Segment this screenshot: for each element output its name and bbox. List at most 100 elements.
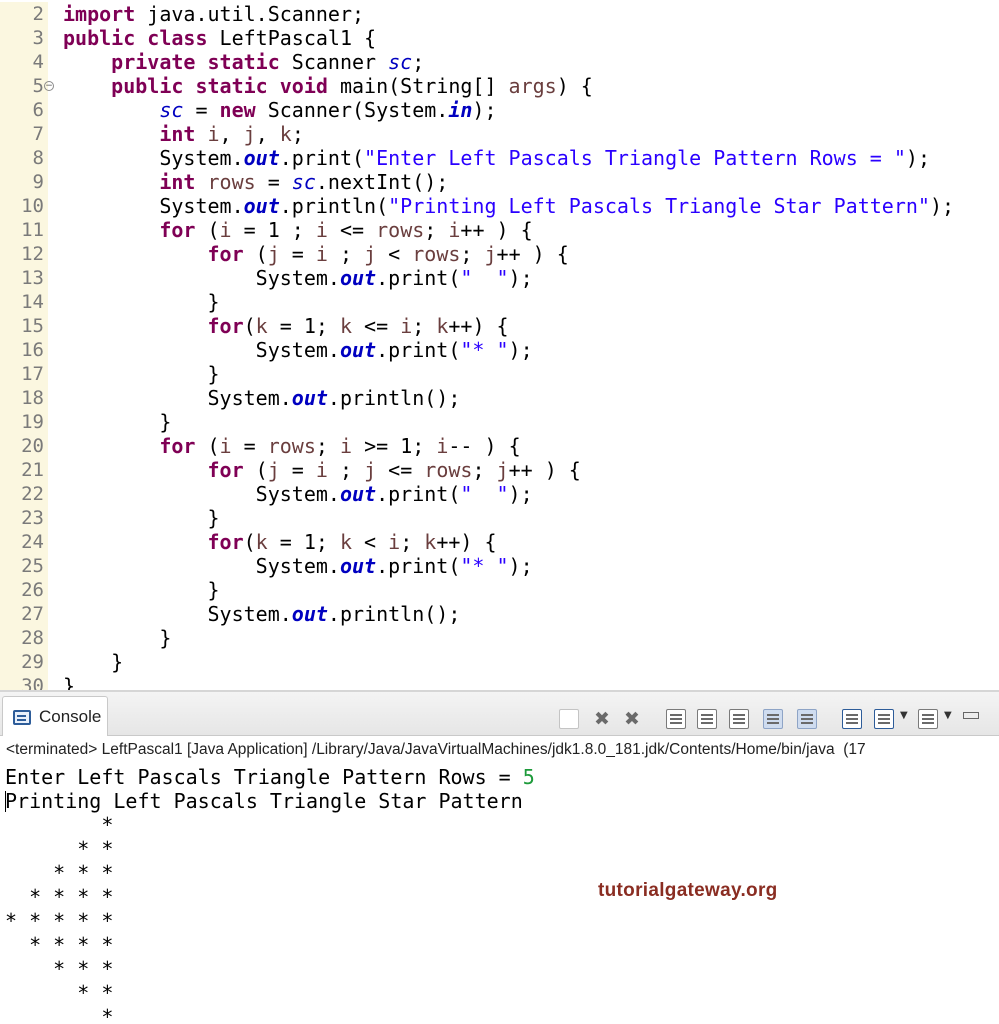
code-text: System.out.print("Enter Left Pascals Tri… [63,146,930,170]
code-text: System.out.print(" "); [63,482,533,506]
code-text: for(k = 1; k < i; k++) { [207,530,497,554]
line-number: 27 [21,603,44,625]
scroll-lock-icon[interactable] [666,709,686,729]
line-number: 7 [32,123,44,145]
pattern-line: * [5,1005,114,1024]
pattern-line: * [5,813,114,837]
code-line: 13 System.out.print(" "); [0,266,999,290]
pattern-line: * * * * [5,933,114,957]
code-text: } [63,626,172,650]
code-text: for (i = 1 ; i <= rows; i++ ) { [159,218,533,242]
minimize-icon[interactable] [963,712,979,719]
code-line: 30} [0,674,999,690]
display-selected-console-icon[interactable] [842,709,862,729]
code-line: 25 System.out.print("* "); [0,554,999,578]
code-line: 16 System.out.print("* "); [0,338,999,362]
pattern-line: * * [5,981,114,1005]
code-line: 29 } [0,650,999,674]
code-text: } [63,362,220,386]
new-console-icon[interactable] [918,709,938,729]
code-line: 11 for (i = 1 ; i <= rows; i++ ) { [0,218,999,242]
code-line: 21 for (j = i ; j <= rows; j++ ) { [0,458,999,482]
pattern-line: * * * * * [5,909,114,933]
code-text: System.out.print("* "); [63,338,533,362]
line-number: 12 [21,243,44,265]
chevron-down-icon[interactable]: ▼ [944,710,952,721]
code-text: System.out.print(" "); [63,266,533,290]
line-number: 14 [21,291,44,313]
remove-launch-icon[interactable]: ✖ [590,708,614,730]
console-heading: Printing Left Pascals Triangle Star Patt… [5,789,523,813]
open-console-icon[interactable] [874,709,894,729]
console-icon [13,710,31,725]
line-number: 11 [21,219,44,241]
console-prompt: Enter Left Pascals Triangle Pattern Rows… [5,765,523,789]
code-text: for(k = 1; k <= i; k++) { [207,314,509,338]
line-number: 5 [32,75,44,97]
code-text: int rows = sc.nextInt(); [159,170,449,194]
pattern-line: * * * * [5,885,114,909]
code-lines: 2 import java.util.Scanner; 3 public class … [0,2,999,690]
remove-all-terminated-icon[interactable]: ✖ [620,708,644,730]
console-heading-line: Printing Left Pascals Triangle Star Patt… [5,789,999,813]
code-line: 12 for (j = i ; j < rows; j++ ) { [0,242,999,266]
line-number: 8 [32,147,44,169]
line-number: 15 [21,315,44,337]
line-number: 4 [32,51,44,73]
pattern-line: * * * [5,957,114,981]
code-line: 20 for (i = rows; i >= 1; i-- ) { [0,434,999,458]
fold-toggle-icon[interactable]: − [44,81,54,91]
code-text: } [63,650,124,674]
console-output[interactable]: Enter Left Pascals Triangle Pattern Rows… [5,765,999,1024]
code-line: 7 int i, j, k; [0,122,999,146]
code-line: 24 for(k = 1; k < i; k++) { [0,530,999,554]
show-console-stdout-icon[interactable] [729,709,749,729]
code-line: 27 System.out.println(); [0,602,999,626]
code-line: 15 for(k = 1; k <= i; k++) { [0,314,999,338]
code-text: System.out.println(); [63,602,461,626]
code-text: for (j = i ; j < rows; j++ ) { [207,242,569,266]
code-text: import java.util.Scanner; [63,2,365,26]
line-number: 18 [21,387,44,409]
code-text: } [63,290,220,314]
code-text: System.out.println(); [63,386,461,410]
show-console-stderr-icon[interactable] [763,709,783,729]
code-text: sc = new Scanner(System.in); [159,98,497,122]
code-text: for (i = rows; i >= 1; i-- ) { [159,434,521,458]
code-text: private static Scanner sc; [111,50,425,74]
line-number: 24 [21,531,44,553]
code-line: 28 } [0,626,999,650]
code-text: System.out.println("Printing Left Pascal… [63,194,955,218]
code-line: 5− public static void main(String[] args… [0,74,999,98]
code-line: 26 } [0,578,999,602]
code-line: 6 sc = new Scanner(System.in); [0,98,999,122]
line-number: 17 [21,363,44,385]
tab-console[interactable]: Console [2,696,108,736]
code-line: 10 System.out.println("Printing Left Pas… [0,194,999,218]
console-view: Console ✖ ✖ ▼ ▼ <terminated> LeftPascal1… [0,690,999,1024]
console-prompt-line: Enter Left Pascals Triangle Pattern Rows… [5,765,999,789]
code-line: 14 } [0,290,999,314]
code-text: } [63,578,220,602]
code-text: public static void main(String[] args) { [111,74,593,98]
console-toolbar: Console ✖ ✖ ▼ ▼ [0,692,999,736]
code-text: } [63,506,220,530]
line-number: 25 [21,555,44,577]
line-number: 9 [32,171,44,193]
console-tab-label: Console [39,707,102,726]
watermark: tutorialgateway.org [598,880,778,901]
pattern-line: * * [5,837,114,861]
terminate-icon[interactable] [559,709,579,729]
line-number: 6 [32,99,44,121]
code-text: } [63,674,76,690]
word-wrap-icon[interactable] [697,709,717,729]
line-number: 16 [21,339,44,361]
code-line: 8 System.out.print("Enter Left Pascals T… [0,146,999,170]
chevron-down-icon[interactable]: ▼ [900,710,908,721]
code-editor[interactable]: 2 import java.util.Scanner; 3 public class … [0,0,999,690]
star-pattern: * * * * * * * * * * * * * * * * * * * * *… [5,813,999,1024]
pin-console-icon[interactable] [797,709,817,729]
code-line: 23 } [0,506,999,530]
line-number: 30 [21,675,44,690]
console-status: <terminated> LeftPascal1 [Java Applicati… [6,741,866,758]
